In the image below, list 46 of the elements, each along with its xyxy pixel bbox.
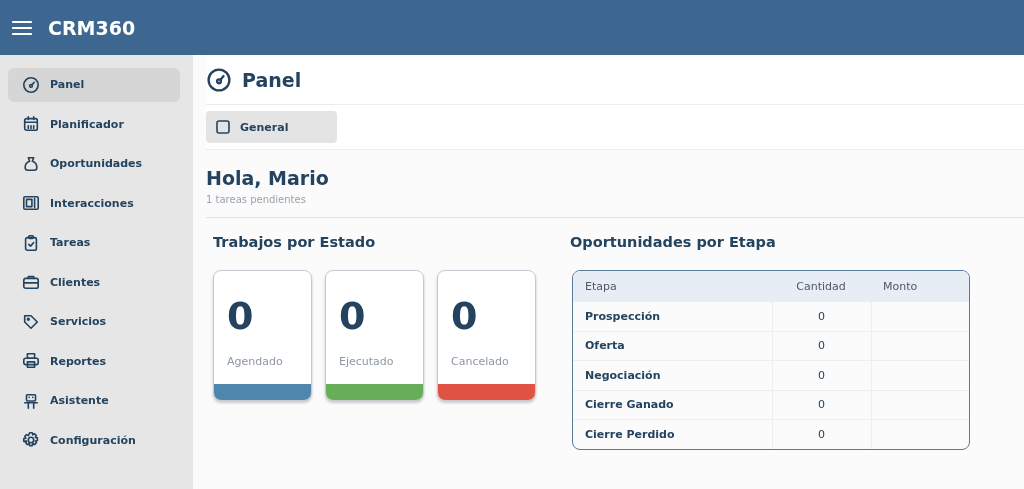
status-label: Cancelado (450, 354, 510, 370)
sidebar-item[interactable]: Clientes (8, 265, 180, 299)
sidebar-item[interactable]: Asistente (8, 384, 180, 418)
sidebar-item[interactable]: Servicios (8, 305, 180, 339)
count-value: 0 (450, 293, 479, 335)
table-cell: Cierre Perdido (573, 419, 772, 449)
section-title: Trabajos por Estado (213, 234, 377, 250)
table-cell: 0 (772, 330, 871, 360)
column-header: Etapa (573, 271, 772, 301)
page-title: Panel (242, 68, 302, 91)
clipboard-icon (22, 233, 40, 252)
sidebar-item[interactable]: Planificador (8, 107, 180, 141)
status-label: Ejecutado (338, 354, 395, 370)
briefcase-icon (22, 273, 40, 292)
count-value: 0 (226, 293, 255, 335)
sidebar-item[interactable]: Panel (8, 68, 180, 102)
gauge-icon (22, 75, 40, 94)
square-icon (216, 120, 230, 134)
table-cell: Cierre Ganado (573, 389, 772, 419)
sidebar-item[interactable]: Configuración (8, 423, 180, 457)
count-value: 0 (338, 293, 367, 335)
table-cell: 0 (772, 389, 871, 419)
table-cell: 0 (772, 360, 871, 390)
table-cell: Prospección (573, 301, 772, 331)
sidebar-item[interactable]: Tareas (8, 226, 180, 260)
pending-tasks-text: 1 tareas pendientes (206, 194, 307, 205)
column-header: Monto (871, 271, 969, 301)
table-cell: Negociación (573, 360, 772, 390)
menu-button[interactable] (12, 19, 32, 36)
tag-icon (22, 312, 40, 331)
tab[interactable]: General (206, 111, 337, 143)
sidebar-item[interactable]: Interacciones (8, 186, 180, 220)
table-cell: 0 (772, 301, 871, 331)
greeting-title: Hola, Mario (206, 167, 330, 189)
app-title: CRM360 (48, 16, 136, 39)
gauge-icon (206, 66, 232, 93)
sidebar-item[interactable]: Oportunidades (8, 147, 180, 181)
section-title: Oportunidades por Etapa (570, 234, 777, 250)
calendar-icon (22, 115, 40, 134)
sidebar-item[interactable]: Reportes (8, 344, 180, 378)
column-header: Cantidad (772, 271, 871, 301)
sack-icon (22, 154, 40, 173)
printer-icon (22, 352, 40, 371)
table-cell: 0 (772, 419, 871, 449)
status-label: Agendado (226, 354, 284, 370)
table-cell: Oferta (573, 330, 772, 360)
